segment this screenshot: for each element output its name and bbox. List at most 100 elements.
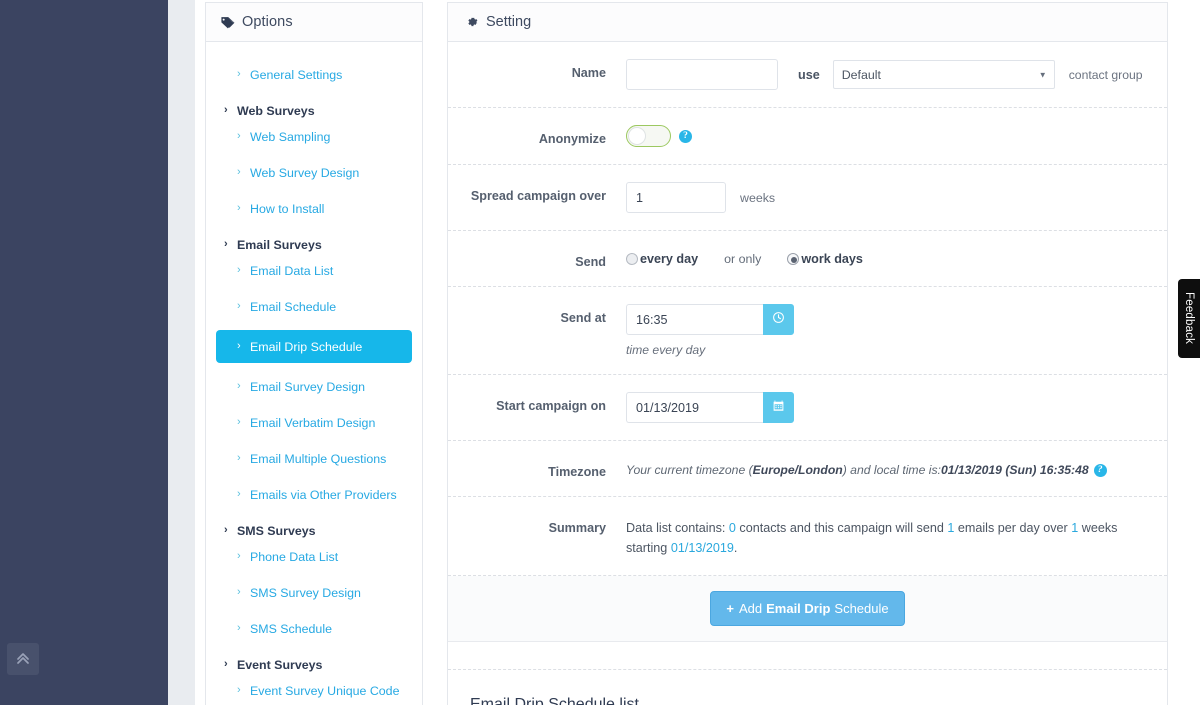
chevron-right-icon: › bbox=[237, 166, 241, 178]
sidebar-item-label: Web Surveys bbox=[237, 103, 315, 118]
send-at-label: Send at bbox=[560, 311, 607, 325]
row-spread-campaign: Spread campaign over weeks bbox=[448, 165, 1167, 231]
radio-work-days-label: work days bbox=[801, 252, 863, 266]
row-anonymize: Anonymize ? bbox=[448, 108, 1167, 165]
chevron-right-icon: › bbox=[237, 622, 241, 634]
sidebar-item-web-surveys[interactable]: › Web Surveys bbox=[206, 98, 422, 123]
sidebar-item-email-schedule[interactable]: › Email Schedule bbox=[206, 294, 422, 319]
sidebar-item-label: General Settings bbox=[250, 67, 343, 82]
sidebar-item-general-settings[interactable]: › General Settings bbox=[206, 62, 422, 87]
sidebar-item-email-data-list[interactable]: › Email Data List bbox=[206, 258, 422, 283]
sidebar-item-label: Email Schedule bbox=[250, 299, 337, 314]
sidebar-item-email-survey-design[interactable]: › Email Survey Design bbox=[206, 374, 422, 399]
start-date-input[interactable] bbox=[626, 392, 763, 423]
timezone-help-icon[interactable]: ? bbox=[1093, 463, 1107, 477]
sidebar-item-label: Event Surveys bbox=[237, 657, 323, 672]
chevron-right-icon: › bbox=[237, 340, 241, 352]
send-at-input[interactable] bbox=[626, 304, 763, 335]
spread-weeks-unit: weeks bbox=[740, 190, 776, 205]
chevron-right-icon: › bbox=[237, 452, 241, 464]
chevron-right-icon: › bbox=[237, 684, 241, 696]
sidebar-item-sms-schedule[interactable]: › SMS Schedule bbox=[206, 616, 422, 641]
add-email-drip-schedule-button[interactable]: + Add Email Drip Schedule bbox=[710, 591, 905, 626]
timezone-text: Your current timezone (Europe/London) an… bbox=[626, 458, 1107, 477]
section-divider bbox=[448, 642, 1167, 670]
sidebar-item-email-verbatim-design[interactable]: › Email Verbatim Design bbox=[206, 410, 422, 435]
summary-p2: contacts and this campaign will send bbox=[735, 521, 948, 535]
chevron-right-icon: › bbox=[237, 68, 241, 80]
sidebar-item-event-surveys[interactable]: › Event Surveys bbox=[206, 652, 422, 677]
left-rail bbox=[0, 0, 168, 705]
sidebar-item-email-surveys[interactable]: › Email Surveys bbox=[206, 232, 422, 257]
sidebar-item-label: SMS Surveys bbox=[237, 523, 316, 538]
sidebar-item-label: Phone Data List bbox=[250, 549, 339, 564]
radio-every-day-label: every day bbox=[640, 252, 699, 266]
add-button-word3: Schedule bbox=[834, 601, 889, 616]
send-label: Send bbox=[575, 255, 606, 269]
options-panel-header: Options bbox=[206, 3, 422, 42]
add-button-word1: Add bbox=[738, 601, 763, 616]
sidebar-item-label: Email Surveys bbox=[237, 237, 322, 252]
sidebar-item-label: Email Data List bbox=[250, 263, 334, 278]
send-or-only-label: or only bbox=[724, 252, 762, 266]
name-input[interactable] bbox=[626, 59, 778, 90]
tag-icon bbox=[220, 15, 235, 30]
name-label: Name bbox=[571, 66, 606, 80]
feedback-tab-label: Feedback bbox=[1183, 292, 1195, 345]
calendar-icon bbox=[772, 399, 785, 417]
list-section-title: Email Drip Schedule list bbox=[470, 696, 639, 705]
chevron-right-icon: › bbox=[224, 658, 228, 670]
sidebar-item-sms-surveys[interactable]: › SMS Surveys bbox=[206, 518, 422, 543]
toggle-knob bbox=[628, 127, 646, 145]
sidebar-item-email-multiple-questions[interactable]: › Email Multiple Questions bbox=[206, 446, 422, 471]
chevron-right-icon: › bbox=[237, 202, 241, 214]
chevron-double-up-icon bbox=[14, 650, 32, 668]
row-timezone: Timezone Your current timezone (Europe/L… bbox=[448, 441, 1167, 497]
clock-icon bbox=[772, 311, 785, 329]
sidebar-item-phone-data-list[interactable]: › Phone Data List bbox=[206, 544, 422, 569]
sidebar-item-sms-survey-design[interactable]: › SMS Survey Design bbox=[206, 580, 422, 605]
use-label: use bbox=[798, 67, 820, 82]
sidebar-item-emails-via-other-providers[interactable]: › Emails via Other Providers bbox=[206, 482, 422, 507]
radio-work-days[interactable] bbox=[787, 253, 800, 265]
radio-every-day[interactable] bbox=[626, 253, 638, 265]
send-at-hint: time every day bbox=[626, 343, 706, 357]
contact-group-select[interactable]: Default bbox=[832, 60, 1055, 89]
summary-contacts: 0 bbox=[728, 521, 736, 535]
anonymize-help-icon[interactable]: ? bbox=[679, 129, 692, 143]
add-button-row: + Add Email Drip Schedule bbox=[448, 576, 1167, 642]
send-at-time-picker-button[interactable] bbox=[763, 304, 794, 335]
sidebar-item-how-to-install[interactable]: › How to Install bbox=[206, 196, 422, 221]
summary-p3: emails per day over bbox=[954, 521, 1072, 535]
summary-p5: . bbox=[733, 541, 738, 555]
sidebar-item-label: Email Drip Schedule bbox=[250, 339, 363, 354]
sidebar-item-web-sampling[interactable]: › Web Sampling bbox=[206, 124, 422, 149]
sidebar-item-label: Emails via Other Providers bbox=[250, 487, 397, 502]
chevron-right-icon: › bbox=[237, 586, 241, 598]
timezone-text-middle: ) and local time is: bbox=[842, 463, 941, 477]
row-send: Send every day or only work days bbox=[448, 231, 1167, 287]
row-send-at: Send at time every day bbox=[448, 287, 1167, 375]
chevron-right-icon: › bbox=[224, 524, 228, 536]
feedback-tab[interactable]: Feedback bbox=[1178, 279, 1200, 358]
sidebar-item-label: Event Survey Unique Code bbox=[250, 683, 400, 698]
summary-start-date: 01/13/2019 bbox=[670, 541, 734, 555]
sidebar-item-email-drip-schedule[interactable]: › Email Drip Schedule bbox=[216, 330, 412, 363]
timezone-local-time: 01/13/2019 (Sun) 16:35:48 bbox=[940, 463, 1089, 477]
sidebar-item-label: Email Verbatim Design bbox=[250, 415, 376, 430]
row-name: Name use Default ▼ contact group bbox=[448, 42, 1167, 108]
timezone-text-prefix: Your current timezone ( bbox=[626, 463, 753, 477]
sidebar-item-web-survey-design[interactable]: › Web Survey Design bbox=[206, 160, 422, 185]
chevron-right-icon: › bbox=[224, 104, 228, 116]
chevron-right-icon: › bbox=[224, 238, 228, 250]
start-date-picker-button[interactable] bbox=[763, 392, 794, 423]
chevron-right-icon: › bbox=[237, 130, 241, 142]
spread-weeks-input[interactable] bbox=[626, 182, 726, 213]
chevron-right-icon: › bbox=[237, 300, 241, 312]
chevron-right-icon: › bbox=[237, 550, 241, 562]
sidebar-item-event-survey-unique-code[interactable]: › Event Survey Unique Code bbox=[206, 678, 422, 703]
anonymize-toggle[interactable] bbox=[626, 125, 671, 147]
scroll-to-top-button[interactable] bbox=[7, 643, 39, 675]
sidebar-item-label: SMS Survey Design bbox=[250, 585, 361, 600]
setting-card: Setting Name use Default ▼ contact group… bbox=[447, 2, 1168, 705]
